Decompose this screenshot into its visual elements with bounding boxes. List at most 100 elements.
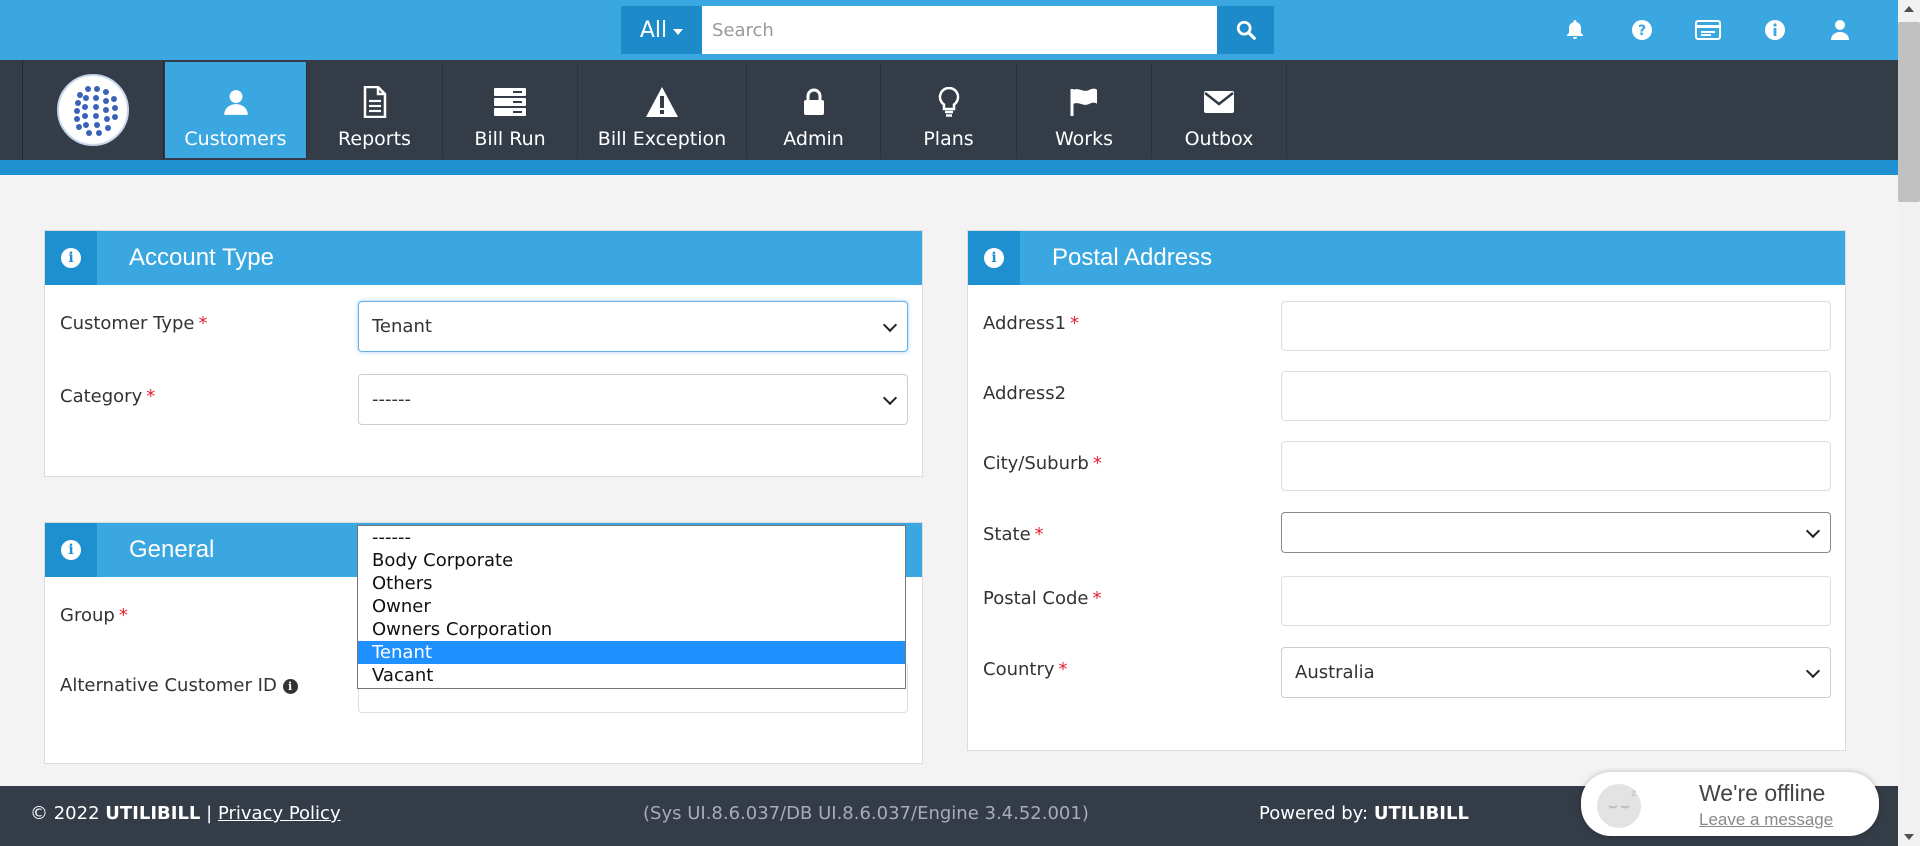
category-label: Category *: [60, 386, 155, 407]
nav-bill-run[interactable]: Bill Run: [443, 62, 578, 158]
top-bar: All: [0, 0, 1898, 60]
address2-input[interactable]: [1281, 371, 1831, 421]
select-value: Australia: [1295, 662, 1375, 683]
city-input[interactable]: [1281, 441, 1831, 491]
chevron-down-icon: [1805, 523, 1821, 538]
scrollbar-thumb[interactable]: [1898, 22, 1920, 202]
offline-chat-widget[interactable]: z We're offline Leave a message: [1581, 772, 1879, 836]
chat-status-title: We're offline: [1699, 780, 1826, 806]
label-text: Group: [60, 605, 115, 626]
user-menu-button[interactable]: [1826, 16, 1854, 44]
postal-code-label: Postal Code *: [983, 588, 1102, 609]
dropdown-option[interactable]: Others: [358, 572, 905, 595]
logo-link[interactable]: [22, 60, 164, 160]
select-value: Tenant: [372, 316, 432, 337]
nav-customers[interactable]: Customers: [165, 62, 307, 158]
nav-outbox[interactable]: Outbox: [1152, 62, 1287, 158]
info-icon[interactable]: i: [282, 678, 298, 694]
notifications-button[interactable]: [1561, 16, 1589, 44]
powered-brand: UTILIBILL: [1373, 803, 1469, 824]
card-button[interactable]: [1694, 16, 1722, 44]
label-text: Address2: [983, 383, 1067, 404]
dropdown-option[interactable]: Body Corporate: [358, 549, 905, 572]
svg-text:?: ?: [1638, 23, 1646, 39]
caret-down-icon: [673, 28, 684, 35]
country-label: Country *: [983, 659, 1068, 680]
chevron-down-icon: [1805, 663, 1821, 678]
nav-label: Admin: [783, 128, 844, 150]
panel-header: i Postal Address: [968, 231, 1845, 285]
search-scope-label: All: [639, 17, 668, 43]
version-info: (Sys UI.8.6.037/DB UI.8.6.037/Engine 3.4…: [643, 803, 1089, 824]
utilibill-logo: [57, 74, 129, 146]
label-text: City/Suburb: [983, 453, 1089, 474]
search-input[interactable]: [702, 6, 1217, 54]
nav-stripe: [0, 160, 1898, 175]
warning-icon: [646, 87, 678, 117]
document-icon: [363, 86, 386, 118]
user-icon: [223, 90, 248, 115]
panel-title: Postal Address: [1052, 244, 1213, 271]
nav-reports[interactable]: Reports: [307, 62, 443, 158]
state-label: State *: [983, 524, 1044, 545]
leave-message-link[interactable]: Leave a message: [1699, 810, 1833, 830]
footer-separator: |: [206, 803, 213, 824]
dropdown-option[interactable]: Owners Corporation: [358, 618, 905, 641]
dropdown-option[interactable]: Vacant: [358, 664, 905, 687]
scroll-up-icon[interactable]: [1904, 6, 1914, 12]
help-icon: ?: [1632, 20, 1652, 40]
required-marker: *: [1070, 313, 1080, 334]
privacy-policy-link[interactable]: Privacy Policy: [218, 803, 341, 824]
bell-icon: [1567, 20, 1583, 39]
scroll-down-icon[interactable]: [1904, 834, 1914, 840]
dropdown-option[interactable]: Tenant: [358, 641, 905, 664]
info-button[interactable]: [1761, 16, 1789, 44]
required-marker: *: [198, 313, 208, 334]
dropdown-option[interactable]: Owner: [358, 595, 905, 618]
nav-bill-exception[interactable]: Bill Exception: [578, 62, 747, 158]
search-button[interactable]: [1217, 6, 1274, 54]
info-icon: i: [984, 248, 1004, 268]
panel-title: General: [129, 536, 215, 563]
dropdown-option[interactable]: ------: [358, 526, 905, 549]
state-select[interactable]: [1281, 512, 1831, 553]
lock-icon: [803, 88, 824, 115]
flag-icon: [1070, 88, 1097, 116]
search-scope-dropdown[interactable]: All: [621, 6, 702, 54]
server-icon: [494, 88, 526, 116]
required-marker: *: [1034, 524, 1044, 545]
nav-plans[interactable]: Plans: [881, 62, 1017, 158]
customer-type-options[interactable]: ------ Body Corporate Others Owner Owners Co…: [357, 525, 906, 689]
user-icon: [1831, 20, 1849, 40]
postal-address-panel: i Postal Address Address1 * Address2 City…: [967, 230, 1846, 751]
brand-name: UTILIBILL: [105, 803, 201, 824]
nav-label: Bill Run: [474, 128, 546, 150]
label-text: State: [983, 524, 1031, 545]
powered-prefix: Powered by:: [1259, 803, 1369, 824]
sleeping-avatar-icon: z: [1597, 784, 1641, 828]
nav-admin[interactable]: Admin: [747, 62, 881, 158]
nav-label: Reports: [338, 128, 411, 150]
panel-header: i Account Type: [45, 231, 922, 285]
customer-type-select[interactable]: Tenant: [358, 301, 908, 352]
postal-code-input[interactable]: [1281, 576, 1831, 626]
panel-title: Account Type: [129, 244, 274, 271]
info-icon: [1765, 20, 1785, 40]
nav-label: Plans: [923, 128, 974, 150]
nav-works[interactable]: Works: [1017, 62, 1152, 158]
help-button[interactable]: ?: [1628, 16, 1656, 44]
country-select[interactable]: Australia: [1281, 647, 1831, 698]
svg-text:z: z: [1631, 788, 1636, 799]
required-marker: *: [1092, 453, 1102, 474]
label-text: Alternative Customer ID: [60, 675, 277, 696]
info-icon: i: [61, 248, 81, 268]
label-text: Postal Code: [983, 588, 1089, 609]
envelope-icon: [1204, 91, 1234, 113]
address1-input[interactable]: [1281, 301, 1831, 351]
copyright-text: © 2022: [30, 803, 100, 824]
chevron-down-icon: [882, 390, 898, 405]
group-label: Group *: [60, 605, 128, 626]
select-value: ------: [372, 389, 411, 410]
address2-label: Address2: [983, 383, 1066, 404]
category-select[interactable]: ------: [358, 374, 908, 425]
